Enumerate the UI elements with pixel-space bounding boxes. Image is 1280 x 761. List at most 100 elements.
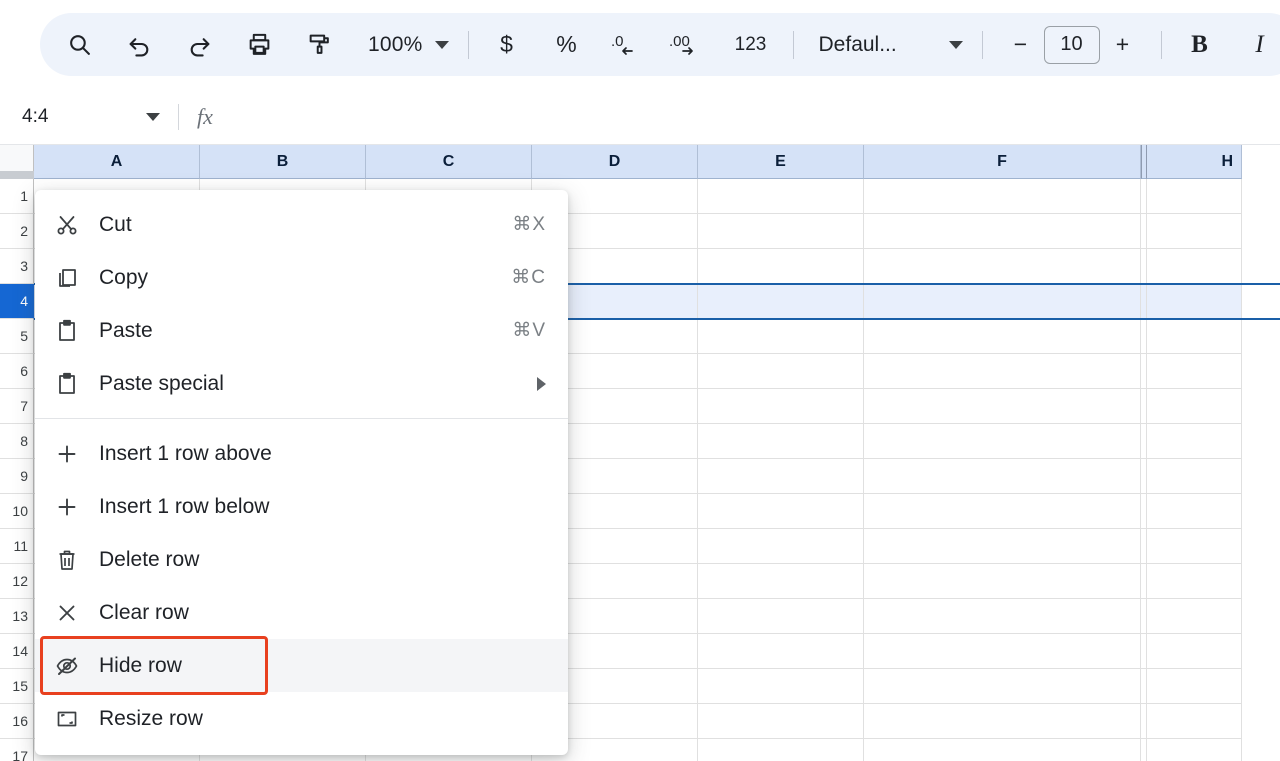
row-header-3[interactable]: 3 (0, 249, 34, 284)
cell-H4[interactable] (1147, 284, 1242, 319)
cell-E10[interactable] (698, 494, 864, 529)
increase-decimal-button[interactable]: .00 (664, 22, 710, 68)
percent-format-button[interactable]: % (544, 22, 590, 68)
cell-F3[interactable] (864, 249, 1141, 284)
cell-E9[interactable] (698, 459, 864, 494)
row-header-12[interactable]: 12 (0, 564, 34, 599)
cell-E6[interactable] (698, 354, 864, 389)
cell-H16[interactable] (1147, 704, 1242, 739)
increase-font-size-button[interactable]: + (1100, 22, 1146, 68)
cell-E16[interactable] (698, 704, 864, 739)
print-icon[interactable] (236, 22, 282, 68)
column-header-d[interactable]: D (532, 145, 698, 179)
cell-H11[interactable] (1147, 529, 1242, 564)
cell-F8[interactable] (864, 424, 1141, 459)
row-header-10[interactable]: 10 (0, 494, 34, 529)
cell-H3[interactable] (1147, 249, 1242, 284)
undo-icon[interactable] (116, 22, 162, 68)
font-family-selector[interactable]: Defaul... (809, 24, 967, 66)
cell-E11[interactable] (698, 529, 864, 564)
cell-E1[interactable] (698, 179, 864, 214)
cell-F16[interactable] (864, 704, 1141, 739)
paint-format-icon[interactable] (296, 22, 342, 68)
column-header-e[interactable]: E (698, 145, 864, 179)
row-header-6[interactable]: 6 (0, 354, 34, 389)
cell-H5[interactable] (1147, 319, 1242, 354)
cell-F5[interactable] (864, 319, 1141, 354)
cell-F6[interactable] (864, 354, 1141, 389)
menu-item-paste-special[interactable]: Paste special (35, 357, 568, 410)
cell-E12[interactable] (698, 564, 864, 599)
menu-item-hide-row[interactable]: Hide row (35, 639, 568, 692)
cell-E3[interactable] (698, 249, 864, 284)
cell-H13[interactable] (1147, 599, 1242, 634)
cell-H7[interactable] (1147, 389, 1242, 424)
menu-item-resize-row[interactable]: Resize row (35, 692, 568, 745)
cell-E4[interactable] (698, 284, 864, 319)
menu-item-paste[interactable]: Paste⌘V (35, 304, 568, 357)
cell-E7[interactable] (698, 389, 864, 424)
row-header-15[interactable]: 15 (0, 669, 34, 704)
decrease-decimal-button[interactable]: .0 (604, 22, 650, 68)
menu-item-delete-row[interactable]: Delete row (35, 533, 568, 586)
cell-E14[interactable] (698, 634, 864, 669)
row-header-17[interactable]: 17 (0, 739, 34, 761)
column-header-c[interactable]: C (366, 145, 532, 179)
formula-input[interactable] (231, 90, 1280, 145)
menu-item-copy[interactable]: Copy⌘C (35, 251, 568, 304)
row-header-11[interactable]: 11 (0, 529, 34, 564)
select-all-corner[interactable] (0, 145, 34, 179)
row-header-9[interactable]: 9 (0, 459, 34, 494)
font-size-input[interactable]: 10 (1044, 26, 1100, 64)
decrease-font-size-button[interactable]: − (998, 22, 1044, 68)
currency-format-button[interactable]: $ (484, 22, 530, 68)
number-format-button[interactable]: 123 (724, 22, 778, 68)
column-header-h[interactable]: H (1147, 145, 1242, 179)
cell-H12[interactable] (1147, 564, 1242, 599)
cell-E15[interactable] (698, 669, 864, 704)
cell-F14[interactable] (864, 634, 1141, 669)
italic-button[interactable]: I (1237, 22, 1280, 68)
cell-F17[interactable] (864, 739, 1141, 761)
cell-E2[interactable] (698, 214, 864, 249)
cell-F11[interactable] (864, 529, 1141, 564)
cell-E17[interactable] (698, 739, 864, 761)
row-header-8[interactable]: 8 (0, 424, 34, 459)
bold-button[interactable]: B (1177, 22, 1223, 68)
cell-E8[interactable] (698, 424, 864, 459)
cell-F12[interactable] (864, 564, 1141, 599)
menu-item-insert-1-row-below[interactable]: Insert 1 row below (35, 480, 568, 533)
cell-H1[interactable] (1147, 179, 1242, 214)
menu-item-clear-row[interactable]: Clear row (35, 586, 568, 639)
row-header-5[interactable]: 5 (0, 319, 34, 354)
cell-H9[interactable] (1147, 459, 1242, 494)
search-icon[interactable] (56, 22, 102, 68)
row-header-7[interactable]: 7 (0, 389, 34, 424)
cell-E5[interactable] (698, 319, 864, 354)
redo-icon[interactable] (176, 22, 222, 68)
cell-F7[interactable] (864, 389, 1141, 424)
zoom-control[interactable]: 100% (356, 24, 453, 66)
name-box[interactable]: 4:4 (0, 90, 178, 145)
column-header-a[interactable]: A (34, 145, 200, 179)
cell-E13[interactable] (698, 599, 864, 634)
row-header-16[interactable]: 16 (0, 704, 34, 739)
cell-F2[interactable] (864, 214, 1141, 249)
menu-item-cut[interactable]: Cut⌘X (35, 198, 568, 251)
cell-H17[interactable] (1147, 739, 1242, 761)
cell-F15[interactable] (864, 669, 1141, 704)
cell-H6[interactable] (1147, 354, 1242, 389)
cell-F4[interactable] (864, 284, 1141, 319)
row-header-4[interactable]: 4 (0, 284, 34, 319)
row-header-2[interactable]: 2 (0, 214, 34, 249)
cell-H15[interactable] (1147, 669, 1242, 704)
cell-H14[interactable] (1147, 634, 1242, 669)
cell-F10[interactable] (864, 494, 1141, 529)
column-header-b[interactable]: B (200, 145, 366, 179)
column-header-f[interactable]: F (864, 145, 1141, 179)
cell-H2[interactable] (1147, 214, 1242, 249)
cell-F9[interactable] (864, 459, 1141, 494)
row-header-14[interactable]: 14 (0, 634, 34, 669)
cell-F13[interactable] (864, 599, 1141, 634)
cell-H8[interactable] (1147, 424, 1242, 459)
